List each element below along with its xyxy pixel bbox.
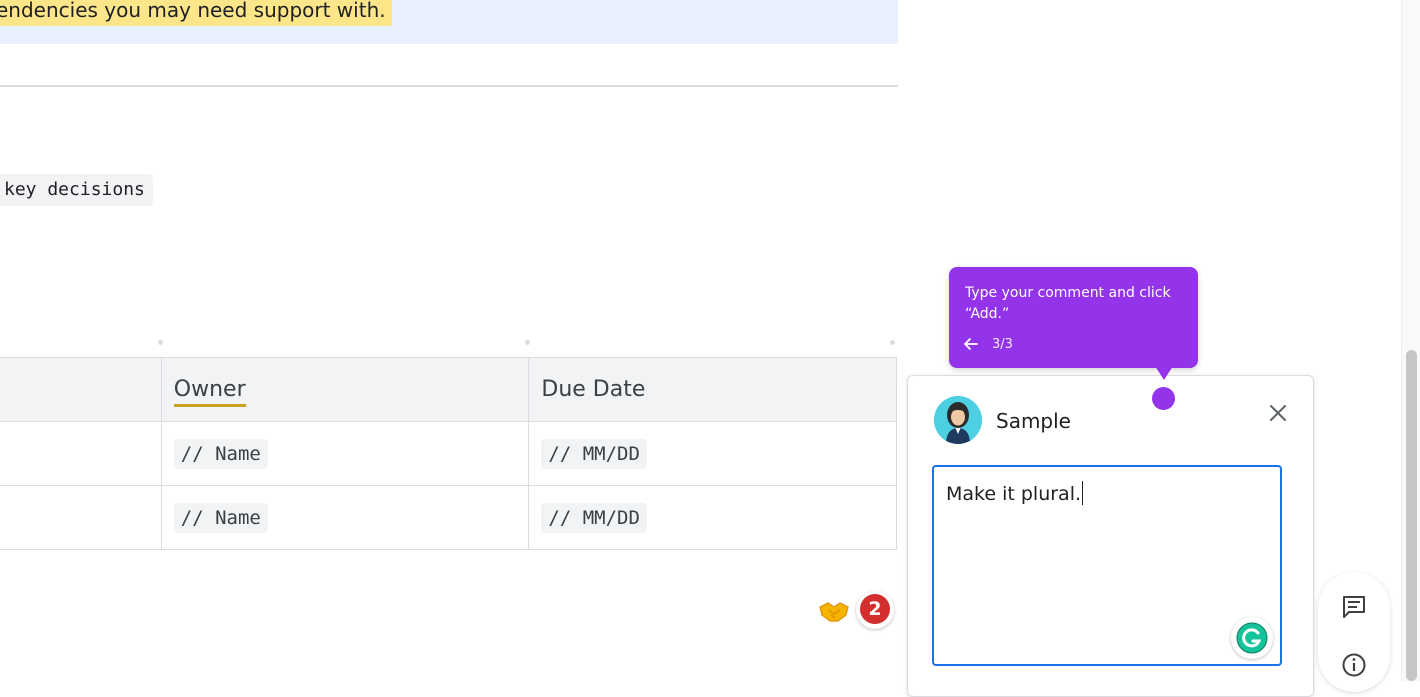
table-cell[interactable] — [0, 485, 162, 550]
info-icon[interactable] — [1341, 652, 1367, 678]
comment-input-value: Make it plural. — [946, 483, 1082, 505]
table-row: // Name // MM/DD — [0, 485, 897, 550]
table-header-cell-due-date[interactable]: Due Date — [528, 357, 897, 422]
comment-textarea[interactable]: Make it plural. — [932, 465, 1282, 666]
callout-block: endencies you may need support with. — [0, 0, 898, 44]
tooltip-step-counter: 3/3 — [992, 337, 1013, 352]
table-cell[interactable]: // Name — [160, 485, 530, 550]
avatar — [934, 396, 982, 444]
horizontal-divider — [0, 85, 898, 87]
name-placeholder-chip: // Name — [173, 502, 268, 533]
table-row: // Name // MM/DD — [0, 421, 897, 486]
action-items-table: Owner Due Date // Name // MM/DD // Name … — [0, 357, 897, 550]
column-resize-handle[interactable] — [890, 340, 895, 345]
close-icon[interactable] — [1263, 398, 1293, 428]
due-date-header-label: Due Date — [541, 377, 646, 402]
column-resize-handle[interactable] — [525, 340, 530, 345]
date-placeholder-chip: // MM/DD — [541, 502, 647, 533]
badge-count: 2 — [860, 594, 890, 624]
text-cursor — [1082, 481, 1084, 505]
column-resize-handle[interactable] — [158, 340, 163, 345]
date-placeholder-chip: // MM/DD — [541, 438, 647, 469]
tooltip-text: Type your comment and click “Add.” — [965, 285, 1171, 322]
reaction-count-badge[interactable]: 2 — [856, 591, 894, 629]
comment-icon[interactable] — [1341, 594, 1367, 620]
table-header-row: Owner Due Date — [0, 357, 897, 422]
inline-code-chip[interactable]: key decisions — [0, 174, 153, 206]
table-cell[interactable]: // MM/DD — [528, 485, 897, 550]
side-action-rail — [1318, 572, 1390, 692]
scrollbar-thumb[interactable] — [1406, 350, 1417, 681]
table-cell[interactable] — [0, 421, 162, 486]
grammarly-icon[interactable] — [1231, 617, 1273, 659]
table-header-cell[interactable] — [0, 357, 162, 422]
table-cell[interactable]: // MM/DD — [528, 421, 897, 486]
document-area: endencies you may need support with. key… — [0, 0, 898, 681]
name-placeholder-chip: // Name — [173, 438, 268, 469]
user-avatar-icon — [934, 396, 982, 444]
table-header-cell-owner[interactable]: Owner — [160, 357, 530, 422]
guide-pointer-dot — [1152, 387, 1175, 410]
handshake-icon[interactable] — [818, 598, 850, 624]
highlighted-callout-text: endencies you may need support with. — [0, 0, 392, 26]
guide-tooltip: Type your comment and click “Add.” 3/3 — [949, 267, 1198, 368]
arrow-left-icon[interactable] — [963, 337, 979, 351]
comment-author-name: Sample — [996, 409, 1071, 433]
table-cell[interactable]: // Name — [160, 421, 530, 486]
owner-header-label: Owner — [173, 377, 246, 407]
tooltip-caret — [1155, 366, 1173, 380]
